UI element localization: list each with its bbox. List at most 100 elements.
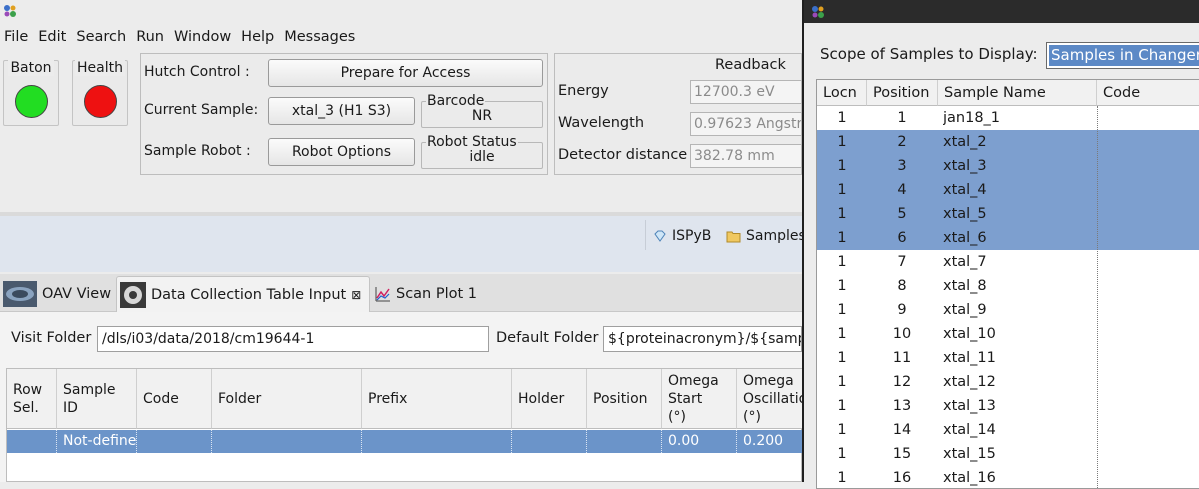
cell-sample-name[interactable]: xtal_13	[943, 394, 1093, 418]
col-sample-id[interactable]: Sample ID	[57, 369, 137, 429]
cell-position[interactable]	[587, 430, 662, 453]
cell-sample-name[interactable]: xtal_15	[943, 442, 1093, 466]
cell-locn[interactable]: 1	[817, 202, 867, 226]
sample-row[interactable]: 1 7 xtal_7	[817, 250, 1199, 274]
col-code[interactable]: Code	[1097, 80, 1199, 106]
cell-code[interactable]	[1097, 250, 1199, 274]
cell-code[interactable]	[137, 430, 212, 453]
cell-code[interactable]	[1097, 154, 1199, 178]
cell-code[interactable]	[1097, 298, 1199, 322]
default-folder-input[interactable]: ${proteinacronym}/${sampleName}	[603, 326, 802, 352]
cell-code[interactable]	[1097, 442, 1199, 466]
cell-position[interactable]: 8	[867, 274, 937, 298]
cell-position[interactable]: 15	[867, 442, 937, 466]
close-tab-icon[interactable]: ⊠	[351, 288, 361, 302]
cell-code[interactable]	[1097, 178, 1199, 202]
table-row[interactable]: Not-defined 0.00 0.200	[7, 430, 803, 453]
sample-row[interactable]: 1 5 xtal_5	[817, 202, 1199, 226]
sample-row[interactable]: 1 8 xtal_8	[817, 274, 1199, 298]
tab-data-collection-table-input[interactable]: Data Collection Table Input ⊠	[116, 276, 370, 312]
cell-sample-name[interactable]: jan18_1	[943, 106, 1093, 130]
col-position[interactable]: Position	[867, 80, 938, 106]
cell-position[interactable]: 2	[867, 130, 937, 154]
prepare-for-access-button[interactable]: Prepare for Access	[268, 59, 543, 87]
cell-position[interactable]: 6	[867, 226, 937, 250]
cell-locn[interactable]: 1	[817, 370, 867, 394]
cell-sample-name[interactable]: xtal_12	[943, 370, 1093, 394]
cell-locn[interactable]: 1	[817, 442, 867, 466]
cell-omega-oscillation[interactable]: 0.200	[737, 430, 803, 453]
col-prefix[interactable]: Prefix	[362, 369, 512, 429]
sample-row[interactable]: 1 12 xtal_12	[817, 370, 1199, 394]
cell-sample-name[interactable]: xtal_16	[943, 466, 1093, 488]
cell-position[interactable]: 12	[867, 370, 937, 394]
cell-sample-name[interactable]: xtal_4	[943, 178, 1093, 202]
current-sample-button[interactable]: xtal_3 (H1 S3)	[268, 97, 415, 125]
dialog-title-bar[interactable]	[804, 0, 1199, 23]
cell-position[interactable]: 16	[867, 466, 937, 488]
cell-code[interactable]	[1097, 202, 1199, 226]
sample-table[interactable]: Locn Position Sample Name Code 1 1 jan18_1…	[816, 79, 1199, 489]
scope-select[interactable]: Samples in Changer	[1046, 42, 1199, 69]
cell-position[interactable]: 14	[867, 418, 937, 442]
cell-position[interactable]: 3	[867, 154, 937, 178]
menu-run[interactable]: Run	[132, 24, 170, 50]
data-collection-table[interactable]: Row Sel. Sample ID Code Folder Prefix Ho…	[6, 368, 803, 482]
cell-code[interactable]	[1097, 226, 1199, 250]
sample-row[interactable]: 1 2 xtal_2	[817, 130, 1199, 154]
tab-scan-plot-1[interactable]: Scan Plot 1	[372, 276, 483, 312]
cell-locn[interactable]: 1	[817, 178, 867, 202]
menu-edit[interactable]: Edit	[34, 24, 72, 50]
sample-row[interactable]: 1 4 xtal_4	[817, 178, 1199, 202]
cell-sample-name[interactable]: xtal_7	[943, 250, 1093, 274]
cell-position[interactable]: 5	[867, 202, 937, 226]
sample-row[interactable]: 1 9 xtal_9	[817, 298, 1199, 322]
cell-holder[interactable]	[512, 430, 587, 453]
menu-messages[interactable]: Messages	[280, 24, 361, 50]
cell-omega-start[interactable]: 0.00	[662, 430, 737, 453]
ispyb-view-tab[interactable]: ISPyB	[649, 224, 715, 248]
col-sample-name[interactable]: Sample Name	[938, 80, 1097, 106]
cell-prefix[interactable]	[362, 430, 512, 453]
menu-file[interactable]: File	[0, 24, 34, 50]
cell-position[interactable]: 13	[867, 394, 937, 418]
cell-locn[interactable]: 1	[817, 250, 867, 274]
cell-code[interactable]	[1097, 106, 1199, 130]
cell-code[interactable]	[1097, 394, 1199, 418]
cell-code[interactable]	[1097, 274, 1199, 298]
col-row-sel[interactable]: Row Sel.	[7, 369, 57, 429]
col-code[interactable]: Code	[137, 369, 212, 429]
visit-folder-input[interactable]: /dls/i03/data/2018/cm19644-1	[97, 326, 489, 352]
cell-sample-name[interactable]: xtal_9	[943, 298, 1093, 322]
cell-locn[interactable]: 1	[817, 106, 867, 130]
cell-row-sel[interactable]	[7, 430, 57, 453]
sample-row[interactable]: 1 10 xtal_10	[817, 322, 1199, 346]
col-holder[interactable]: Holder	[512, 369, 587, 429]
sample-row[interactable]: 1 1 jan18_1	[817, 106, 1199, 130]
cell-code[interactable]	[1097, 346, 1199, 370]
samples-view-tab[interactable]: Samples	[722, 224, 810, 248]
sample-row[interactable]: 1 3 xtal_3	[817, 154, 1199, 178]
col-position[interactable]: Position	[587, 369, 662, 429]
sample-row[interactable]: 1 13 xtal_13	[817, 394, 1199, 418]
col-omega-oscillation[interactable]: Omega Oscillation (°)	[737, 369, 803, 429]
cell-code[interactable]	[1097, 418, 1199, 442]
cell-sample-name[interactable]: xtal_5	[943, 202, 1093, 226]
cell-locn[interactable]: 1	[817, 466, 867, 488]
cell-locn[interactable]: 1	[817, 226, 867, 250]
sample-row[interactable]: 1 6 xtal_6	[817, 226, 1199, 250]
cell-locn[interactable]: 1	[817, 394, 867, 418]
sample-row[interactable]: 1 14 xtal_14	[817, 418, 1199, 442]
cell-position[interactable]: 4	[867, 178, 937, 202]
cell-folder[interactable]	[212, 430, 362, 453]
cell-position[interactable]: 11	[867, 346, 937, 370]
cell-sample-name[interactable]: xtal_3	[943, 154, 1093, 178]
menu-search[interactable]: Search	[72, 24, 132, 50]
cell-locn[interactable]: 1	[817, 418, 867, 442]
cell-code[interactable]	[1097, 466, 1199, 488]
col-locn[interactable]: Locn	[817, 80, 867, 106]
cell-locn[interactable]: 1	[817, 130, 867, 154]
cell-locn[interactable]: 1	[817, 298, 867, 322]
cell-locn[interactable]: 1	[817, 346, 867, 370]
cell-sample-name[interactable]: xtal_11	[943, 346, 1093, 370]
